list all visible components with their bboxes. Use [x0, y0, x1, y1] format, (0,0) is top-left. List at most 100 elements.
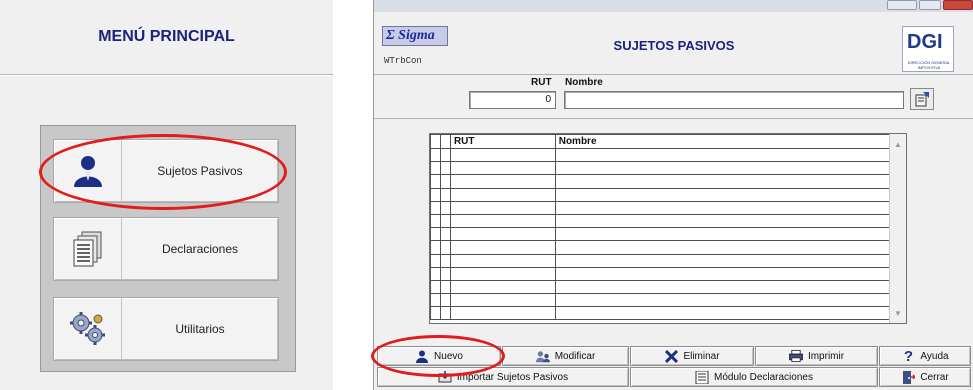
menu-item-utilitarios[interactable]: Utilitarios [53, 297, 279, 361]
grid-body [430, 147, 891, 321]
table-row[interactable] [430, 253, 891, 268]
table-cell [449, 187, 556, 202]
menu-item-label: Declaraciones [161, 242, 239, 256]
table-cell [430, 174, 441, 189]
sujetos-grid[interactable]: RUT Nombre ▲ ▼ [429, 133, 907, 324]
table-cell [439, 293, 451, 308]
table-cell [554, 306, 891, 321]
menu-item-sujetos-pasivos[interactable]: Sujetos Pasivos [53, 139, 279, 203]
table-cell [430, 147, 441, 163]
table-cell [449, 266, 556, 281]
table-cell [430, 306, 441, 321]
table-row[interactable] [430, 161, 891, 176]
eliminar-label: Eliminar [683, 350, 720, 362]
nuevo-button[interactable]: Nuevo [377, 346, 501, 366]
scroll-down-icon[interactable]: ▼ [890, 305, 906, 321]
minimize-button[interactable] [887, 0, 917, 10]
modificar-label: Modificar [554, 350, 596, 362]
imprimir-button[interactable]: Imprimir [755, 346, 878, 366]
table-row[interactable] [430, 293, 891, 308]
table-cell [439, 253, 451, 268]
documents-icon [73, 231, 101, 267]
table-cell [554, 266, 891, 281]
table-cell [439, 240, 451, 255]
table-cell [554, 187, 891, 202]
printer-icon [788, 349, 803, 363]
importar-sujetos-button[interactable]: Importar Sujetos Pasivos [377, 367, 629, 387]
edit-person-icon [535, 349, 550, 363]
menu-icon-cell [54, 218, 122, 280]
table-row[interactable] [430, 227, 891, 242]
nombre-input[interactable] [564, 91, 904, 109]
module-code: WTrbCon [384, 56, 422, 66]
table-cell [430, 213, 441, 229]
table-cell [449, 227, 556, 242]
table-cell [554, 147, 891, 163]
importar-label: Importar Sujetos Pasivos [456, 371, 569, 383]
table-cell [449, 293, 556, 308]
ayuda-button[interactable]: ? Ayuda [879, 346, 971, 366]
delete-x-icon [664, 349, 678, 363]
grid-table: RUT Nombre [430, 134, 891, 321]
table-row[interactable] [430, 187, 891, 202]
grid-vertical-scrollbar[interactable]: ▲ ▼ [889, 134, 906, 323]
menu-item-declaraciones[interactable]: Declaraciones [53, 217, 279, 281]
modificar-button[interactable]: Modificar [502, 346, 629, 366]
menu-icon-cell [54, 140, 122, 202]
table-row[interactable] [430, 240, 891, 255]
table-row[interactable] [430, 174, 891, 189]
table-cell [439, 187, 451, 202]
search-picker-button[interactable] [910, 88, 934, 110]
cerrar-button[interactable]: Cerrar [879, 367, 971, 387]
gears-icon [69, 312, 105, 345]
column-header-nombre[interactable]: Nombre [554, 134, 891, 149]
table-cell [430, 161, 441, 176]
table-cell [554, 161, 891, 176]
ayuda-label: Ayuda [920, 350, 949, 362]
dgi-logo-subtitle: DIRECCIÓN GENERAL IMPOSITIVA [907, 60, 951, 70]
main-menu-title: MENÚ PRINCIPAL [0, 0, 333, 75]
table-cell [554, 279, 891, 295]
table-row[interactable] [430, 279, 891, 295]
modulo-declaraciones-button[interactable]: Módulo Declaraciones [630, 367, 878, 387]
rut-input[interactable]: 0 [469, 91, 556, 109]
table-cell [554, 240, 891, 255]
table-cell [439, 213, 451, 229]
table-row[interactable] [430, 306, 891, 321]
dgi-logo-mark: DGI [907, 31, 943, 53]
picker-icon [915, 92, 929, 107]
table-cell [430, 187, 441, 202]
table-cell [430, 253, 441, 268]
table-cell [439, 306, 451, 321]
rut-label: RUT [531, 77, 552, 88]
person-icon [415, 349, 429, 363]
import-icon [438, 370, 452, 384]
nombre-label: Nombre [565, 77, 603, 88]
table-cell [430, 279, 441, 295]
table-row[interactable] [430, 213, 891, 229]
table-cell [449, 253, 556, 268]
table-cell [439, 161, 451, 176]
maximize-button[interactable] [919, 0, 941, 10]
menu-item-label: Sujetos Pasivos [157, 164, 243, 178]
table-cell [449, 306, 556, 321]
close-window-button[interactable] [943, 0, 973, 10]
scroll-up-icon[interactable]: ▲ [890, 136, 906, 152]
eliminar-button[interactable]: Eliminar [630, 346, 754, 366]
cerrar-label: Cerrar [920, 371, 949, 383]
nuevo-label: Nuevo [434, 350, 463, 362]
column-header-rut[interactable]: RUT [449, 134, 556, 149]
table-cell [439, 266, 451, 281]
table-cell [449, 279, 556, 295]
table-cell [554, 253, 891, 268]
table-row[interactable] [430, 266, 891, 281]
menu-icon-cell [54, 298, 122, 360]
table-row[interactable] [430, 200, 891, 215]
table-row[interactable] [430, 147, 891, 163]
document-icon [695, 370, 709, 384]
table-cell [554, 200, 891, 215]
table-cell [430, 266, 441, 281]
modulo-declaraciones-label: Módulo Declaraciones [714, 371, 813, 383]
row-indicator-header [430, 134, 441, 149]
sujetos-pasivos-window: Σ Sigma WTrbCon SUJETOS PASIVOS DGI DIRE… [371, 0, 973, 390]
